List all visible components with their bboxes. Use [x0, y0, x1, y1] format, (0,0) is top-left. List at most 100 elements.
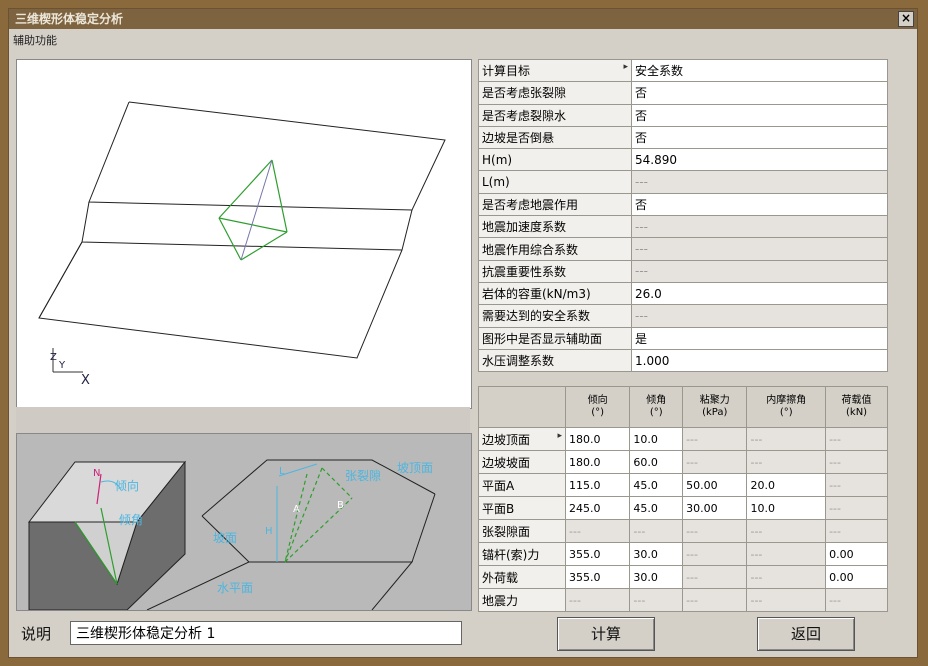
table-cell: --- [746, 427, 827, 451]
label-plane-a: A [293, 504, 300, 515]
property-key: 地震作用综合系数 [478, 237, 632, 261]
row-label-text: 平面B [482, 501, 515, 516]
property-row: 岩体的容重(kN/m3) 26.0 [478, 281, 888, 306]
description-label: 说明 [21, 625, 52, 643]
table-cell: --- [682, 450, 748, 474]
row-label-text: 外荷载 [482, 570, 519, 585]
row-label: 外荷载 [478, 565, 566, 589]
property-key-label: 边坡是否倒悬 [482, 131, 555, 146]
property-row: 是否考虑裂隙水 否 [478, 103, 888, 127]
property-row: 需要达到的安全系数 --- [478, 304, 888, 328]
property-key: 是否考虑裂隙水 [478, 103, 632, 127]
back-button[interactable]: 返回 [757, 617, 855, 651]
table-row: 外荷载 355.0 30.0 --- --- 0.00 [478, 565, 888, 589]
property-key: 边坡是否倒悬 [478, 125, 632, 150]
table-cell: --- [564, 588, 631, 612]
property-key: L(m) [478, 170, 632, 194]
property-key: 抗震重要性系数 [478, 259, 632, 283]
label-horizontal-plane: 水平面 [217, 581, 253, 595]
column-header: 粘聚力 (kPa) [682, 386, 748, 428]
table-cell[interactable]: 245.0 [564, 496, 631, 520]
property-key-label: L(m) [482, 175, 510, 190]
property-value[interactable]: 54.890 [631, 148, 888, 172]
property-row: 地震作用综合系数 --- [478, 237, 888, 261]
property-key: 图形中是否显示辅助面 [478, 326, 632, 350]
property-key: 岩体的容重(kN/m3) [478, 281, 632, 306]
table-cell[interactable]: 10.0 [629, 427, 684, 451]
property-key-label: 水压调整系数 [482, 354, 555, 368]
property-row: 水压调整系数 1.000 [478, 348, 888, 373]
table-cell[interactable]: 0.00 [825, 542, 888, 566]
description-input[interactable]: 三维楔形体稳定分析 1 [70, 621, 462, 645]
property-key-label: 是否考虑张裂隙 [482, 86, 567, 101]
property-value: --- [631, 259, 888, 283]
dropdown-arrow-icon[interactable]: ▸ [623, 62, 628, 72]
column-header [478, 386, 566, 428]
property-row: 图形中是否显示辅助面 是 [478, 326, 888, 350]
property-key-label: 图形中是否显示辅助面 [482, 331, 603, 346]
table-cell[interactable]: 0.00 [825, 565, 888, 589]
property-value[interactable]: 安全系数 [631, 58, 888, 83]
column-header: 倾向 (°) [564, 386, 631, 428]
table-row: 张裂隙面 --- --- --- --- --- [478, 519, 888, 543]
property-key: 是否考虑张裂隙 [478, 81, 632, 105]
table-cell: --- [746, 588, 827, 612]
column-header: 内摩擦角 (°) [746, 386, 827, 428]
table-cell[interactable]: 30.00 [682, 496, 748, 520]
table-cell[interactable]: 355.0 [564, 542, 631, 566]
property-value[interactable]: 是 [631, 326, 888, 350]
property-key-label: 是否考虑地震作用 [482, 197, 579, 212]
dropdown-arrow-icon[interactable]: ▸ [557, 431, 562, 441]
table-cell[interactable]: 60.0 [629, 450, 684, 474]
property-key-label: 需要达到的安全系数 [482, 309, 591, 324]
property-value[interactable]: 否 [631, 81, 888, 105]
table-cell: --- [746, 450, 827, 474]
table-cell: --- [682, 427, 748, 451]
table-cell[interactable]: 50.00 [682, 473, 748, 497]
table-cell[interactable]: 180.0 [564, 450, 631, 474]
property-value[interactable]: 26.0 [631, 281, 888, 306]
table-cell[interactable]: 115.0 [564, 473, 631, 497]
property-value[interactable]: 否 [631, 125, 888, 150]
menu-item-helper[interactable]: 辅助功能 [13, 32, 57, 48]
view-divider [16, 407, 470, 433]
label-n: N [93, 468, 100, 479]
property-row: 抗震重要性系数 --- [478, 259, 888, 283]
table-cell: --- [682, 542, 748, 566]
row-label: 边坡坡面 [478, 450, 566, 474]
property-key: 地震加速度系数 [478, 215, 632, 239]
property-value[interactable]: 否 [631, 103, 888, 127]
property-key: 计算目标 ▸ [478, 58, 632, 83]
table-row: 地震力 --- --- --- --- --- [478, 588, 888, 612]
property-value[interactable]: 否 [631, 192, 888, 217]
table-cell: --- [682, 588, 748, 612]
row-label-text: 锚杆(索)力 [482, 547, 540, 562]
table-row: 锚杆(索)力 355.0 30.0 --- --- 0.00 [478, 542, 888, 566]
label-top-surface: 坡顶面 [397, 461, 433, 475]
calculate-button[interactable]: 计算 [557, 617, 655, 651]
row-label: 张裂隙面 [478, 519, 566, 543]
row-label: 平面B [478, 496, 566, 520]
property-key: H(m) [478, 148, 632, 172]
table-cell[interactable]: 30.0 [629, 542, 684, 566]
table-cell: --- [825, 496, 888, 520]
property-value: --- [631, 215, 888, 239]
label-l: L [279, 466, 285, 477]
table-cell[interactable]: 10.0 [746, 496, 827, 520]
table-cell: --- [825, 450, 888, 474]
property-value: --- [631, 170, 888, 194]
table-row: 边坡坡面 180.0 60.0 --- --- --- [478, 450, 888, 474]
property-value[interactable]: 1.000 [631, 348, 888, 373]
property-grid: 计算目标 ▸ 安全系数 是否考虑张裂隙否是否考虑裂隙水否边坡是否倒悬否 H(m) 54.8… [478, 58, 888, 373]
table-cell[interactable]: 355.0 [564, 565, 631, 589]
table-cell[interactable]: 180.0 [564, 427, 631, 451]
table-cell[interactable]: 45.0 [629, 473, 684, 497]
table-cell[interactable]: 20.0 [746, 473, 827, 497]
wedge-3d-view[interactable]: X Z Y [16, 59, 472, 409]
table-cell: --- [746, 565, 827, 589]
table-cell[interactable]: 45.0 [629, 496, 684, 520]
window-title: 三维楔形体稳定分析 [15, 12, 124, 26]
property-key-label: 是否考虑裂隙水 [482, 108, 567, 123]
close-button[interactable]: × [898, 11, 914, 27]
table-cell[interactable]: 30.0 [629, 565, 684, 589]
